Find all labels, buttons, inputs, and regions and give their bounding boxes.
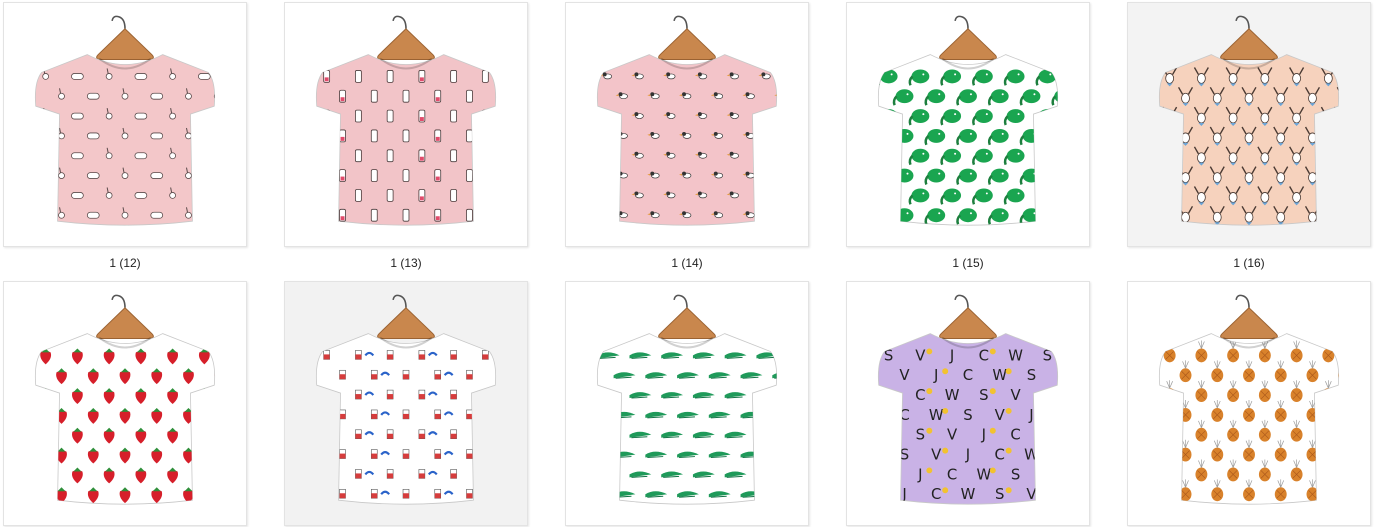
product-thumbnail[interactable] [565, 2, 809, 247]
svg-text:W: W [1008, 346, 1023, 364]
svg-text:C: C [947, 465, 957, 483]
svg-text:V: V [931, 446, 942, 464]
svg-text:V: V [1011, 386, 1022, 404]
thumbnail-caption[interactable]: 1 (16) [1127, 256, 1371, 270]
thumbnail-grid: 1 (12) 1 (13) 1 (14) 1 (15) 1 (16) S V J C W S V J C W… [0, 0, 1383, 527]
thumbnail-caption[interactable]: 1 (14) [565, 256, 809, 270]
svg-text:J: J [981, 426, 986, 444]
product-thumbnail[interactable] [1127, 281, 1371, 526]
product-thumbnail[interactable] [3, 281, 247, 526]
svg-text:V: V [899, 366, 910, 384]
product-thumbnail[interactable] [3, 2, 247, 247]
svg-text:J: J [965, 446, 970, 464]
thumbnail-caption[interactable]: 1 (15) [846, 256, 1090, 270]
thumbnail-caption[interactable]: 1 (12) [3, 256, 247, 270]
svg-text:V: V [947, 426, 958, 444]
svg-text:S: S [916, 426, 925, 444]
svg-text:W: W [977, 465, 992, 483]
svg-text:J: J [917, 465, 922, 483]
svg-text:C: C [963, 366, 973, 384]
svg-text:W: W [945, 386, 960, 404]
product-thumbnail[interactable]: SVJCWSVJCWSVJCWSVJCWSVJCWSVJCWSVJCWSVJCW… [846, 281, 1090, 526]
svg-text:W: W [992, 366, 1007, 384]
svg-text:C: C [931, 485, 941, 503]
thumbnail-caption[interactable]: 1 (13) [284, 256, 528, 270]
svg-text:J: J [1028, 406, 1033, 424]
svg-text:J: J [949, 346, 954, 364]
svg-text:S: S [995, 485, 1004, 503]
product-thumbnail[interactable] [284, 281, 528, 526]
svg-text:S: S [1027, 366, 1036, 384]
svg-text:W: W [961, 485, 976, 503]
svg-text:W: W [929, 406, 944, 424]
svg-text:S: S [1011, 465, 1020, 483]
svg-text:V: V [995, 406, 1006, 424]
product-thumbnail[interactable] [284, 2, 528, 247]
svg-text:C: C [1010, 426, 1020, 444]
svg-text:S: S [979, 386, 988, 404]
product-thumbnail[interactable] [565, 281, 809, 526]
svg-text:J: J [933, 366, 938, 384]
svg-text:C: C [915, 386, 925, 404]
product-thumbnail[interactable] [846, 2, 1090, 247]
product-thumbnail[interactable] [1127, 2, 1371, 247]
svg-text:V: V [915, 346, 926, 364]
svg-text:C: C [995, 446, 1005, 464]
svg-text:C: C [979, 346, 989, 364]
svg-text:S: S [963, 406, 972, 424]
